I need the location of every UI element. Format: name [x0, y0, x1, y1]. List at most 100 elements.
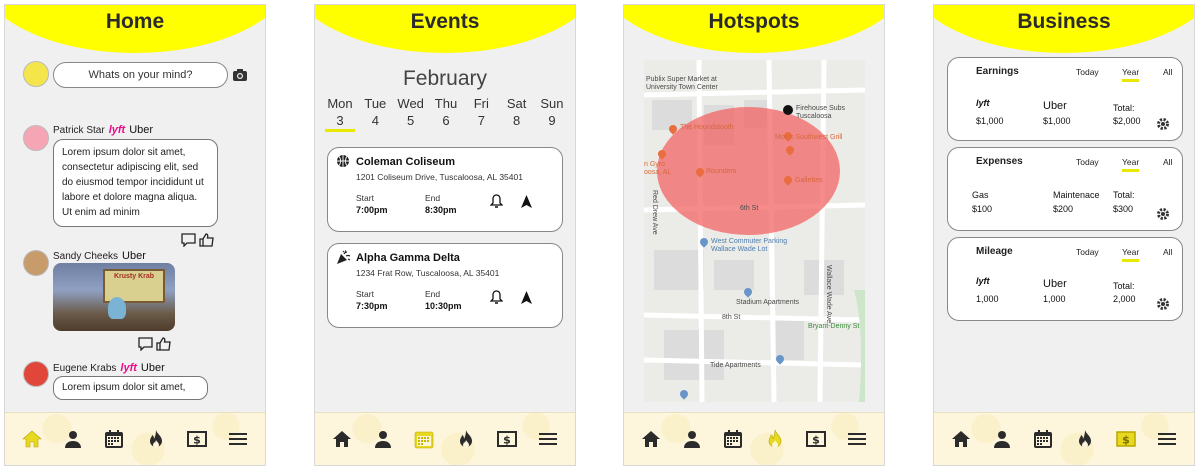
uber-badge: Uber [140, 362, 165, 374]
street-label: Wallace Wade Ave [825, 265, 832, 324]
bell-icon[interactable] [489, 290, 504, 310]
tab-all[interactable]: All [1163, 67, 1172, 77]
gear-icon[interactable] [1156, 117, 1170, 136]
post-avatar[interactable] [23, 250, 49, 276]
street-label: 6th St [740, 205, 759, 212]
basketball-icon [336, 154, 350, 173]
map-label: Publix Super Market at University Town C… [646, 76, 718, 91]
nav-business[interactable]: $ [1111, 424, 1141, 454]
gas-label: Gas [972, 190, 989, 200]
end-label: End [425, 289, 441, 299]
like-icon[interactable] [199, 233, 214, 252]
lyft-label: lyft [976, 98, 990, 108]
nav-menu[interactable] [533, 424, 563, 454]
nav-calendar[interactable] [409, 424, 439, 454]
navigate-icon[interactable] [520, 194, 533, 214]
bell-icon[interactable] [489, 194, 504, 214]
home-screen: Home Whats on your mind? Patrick Star ly… [4, 4, 266, 466]
party-popper-icon [336, 250, 351, 270]
like-icon[interactable] [156, 337, 171, 356]
map-label: n Gyro oosa, AL [644, 161, 672, 176]
nav-menu[interactable] [1152, 424, 1182, 454]
nav-home[interactable] [636, 424, 666, 454]
home-icon [641, 431, 660, 447]
map-label: Stadium Apartments [736, 299, 800, 306]
tab-year[interactable]: Year [1122, 157, 1140, 172]
lyft-value: $1,000 [976, 116, 1004, 126]
start-time: 7:30pm [356, 301, 388, 311]
day-tue[interactable]: Tue 4 [360, 96, 390, 132]
uber-value: 1,000 [1043, 294, 1066, 304]
post-avatar[interactable] [23, 125, 49, 151]
gear-icon[interactable] [1156, 297, 1170, 316]
hotspot-map[interactable]: Publix Super Market at University Town C… [644, 60, 865, 402]
nav-home[interactable] [946, 424, 976, 454]
tab-year[interactable]: Year [1122, 247, 1140, 262]
day-wed[interactable]: Wed 5 [396, 96, 426, 132]
bottom-nav: $ [5, 412, 265, 465]
tab-today[interactable]: Today [1076, 157, 1099, 167]
nav-business[interactable]: $ [182, 424, 212, 454]
earnings-card: Earnings Today Year All lyft $1,000 Uber… [947, 57, 1183, 141]
map-label: Bryant-Denny St [808, 323, 860, 330]
tab-all[interactable]: All [1163, 247, 1172, 257]
user-avatar[interactable] [23, 61, 49, 87]
nav-home[interactable] [327, 424, 357, 454]
tab-today[interactable]: Today [1076, 67, 1099, 77]
firehouse-pin[interactable] [783, 105, 793, 115]
total-label: Total: [1113, 190, 1135, 200]
author-name: Patrick Star [53, 124, 105, 136]
post-avatar[interactable] [23, 361, 49, 387]
nav-calendar[interactable] [718, 424, 748, 454]
lyft-badge: lyft [120, 362, 137, 374]
post-actions [138, 337, 171, 356]
money-icon: $ [186, 431, 207, 447]
post-author: Eugene Krabs lyft Uber [53, 362, 165, 374]
nav-hotspots[interactable] [1070, 424, 1100, 454]
navigate-icon[interactable] [520, 290, 533, 310]
maintenance-value: $200 [1053, 204, 1074, 214]
page-title: Home [105, 10, 165, 33]
nav-profile[interactable] [368, 424, 398, 454]
nav-hotspots[interactable] [451, 424, 481, 454]
nav-menu[interactable] [842, 424, 872, 454]
month-label: February [402, 67, 488, 90]
nav-profile[interactable] [677, 424, 707, 454]
post-text: Lorem ipsum dolor sit amet, consectetur … [53, 139, 218, 227]
day-sun[interactable]: Sun 9 [537, 96, 567, 132]
gear-icon[interactable] [1156, 207, 1170, 226]
uber-value: $1,000 [1043, 116, 1071, 126]
nav-home[interactable] [17, 424, 47, 454]
nav-profile[interactable] [58, 424, 88, 454]
day-fri[interactable]: Fri 7 [466, 96, 496, 132]
post-image[interactable]: Krusty Krab [53, 263, 175, 331]
tab-year[interactable]: Year [1122, 67, 1140, 82]
svg-text:$: $ [1122, 434, 1130, 447]
tab-all[interactable]: All [1163, 157, 1172, 167]
comment-icon[interactable] [138, 337, 153, 356]
day-mon[interactable]: Mon 3 [325, 96, 355, 132]
day-thu[interactable]: Thu 6 [431, 96, 461, 132]
nav-calendar[interactable] [99, 424, 129, 454]
calendar-icon [105, 430, 124, 448]
nav-menu[interactable] [223, 424, 253, 454]
end-time: 8:30pm [425, 205, 457, 215]
nav-calendar[interactable] [1028, 424, 1058, 454]
compose-input[interactable]: Whats on your mind? [53, 62, 228, 88]
mileage-card: Mileage Today Year All lyft 1,000 Uber 1… [947, 237, 1183, 321]
event-card[interactable]: Coleman Coliseum 1201 Coliseum Drive, Tu… [327, 147, 563, 232]
day-sat[interactable]: Sat 8 [502, 96, 532, 132]
nav-profile[interactable] [987, 424, 1017, 454]
calendar-icon [1034, 430, 1053, 448]
camera-icon[interactable] [233, 68, 247, 86]
business-screen: Business Earnings Today Year All lyft $1… [933, 4, 1195, 466]
nav-hotspots[interactable] [141, 424, 171, 454]
tab-today[interactable]: Today [1076, 247, 1099, 257]
nav-business[interactable]: $ [801, 424, 831, 454]
comment-icon[interactable] [181, 233, 196, 252]
lyft-value: 1,000 [976, 294, 999, 304]
event-card[interactable]: Alpha Gamma Delta 1234 Frat Row, Tuscalo… [327, 243, 563, 328]
nav-business[interactable]: $ [492, 424, 522, 454]
bottom-nav: $ [315, 412, 575, 465]
nav-hotspots[interactable] [760, 424, 790, 454]
